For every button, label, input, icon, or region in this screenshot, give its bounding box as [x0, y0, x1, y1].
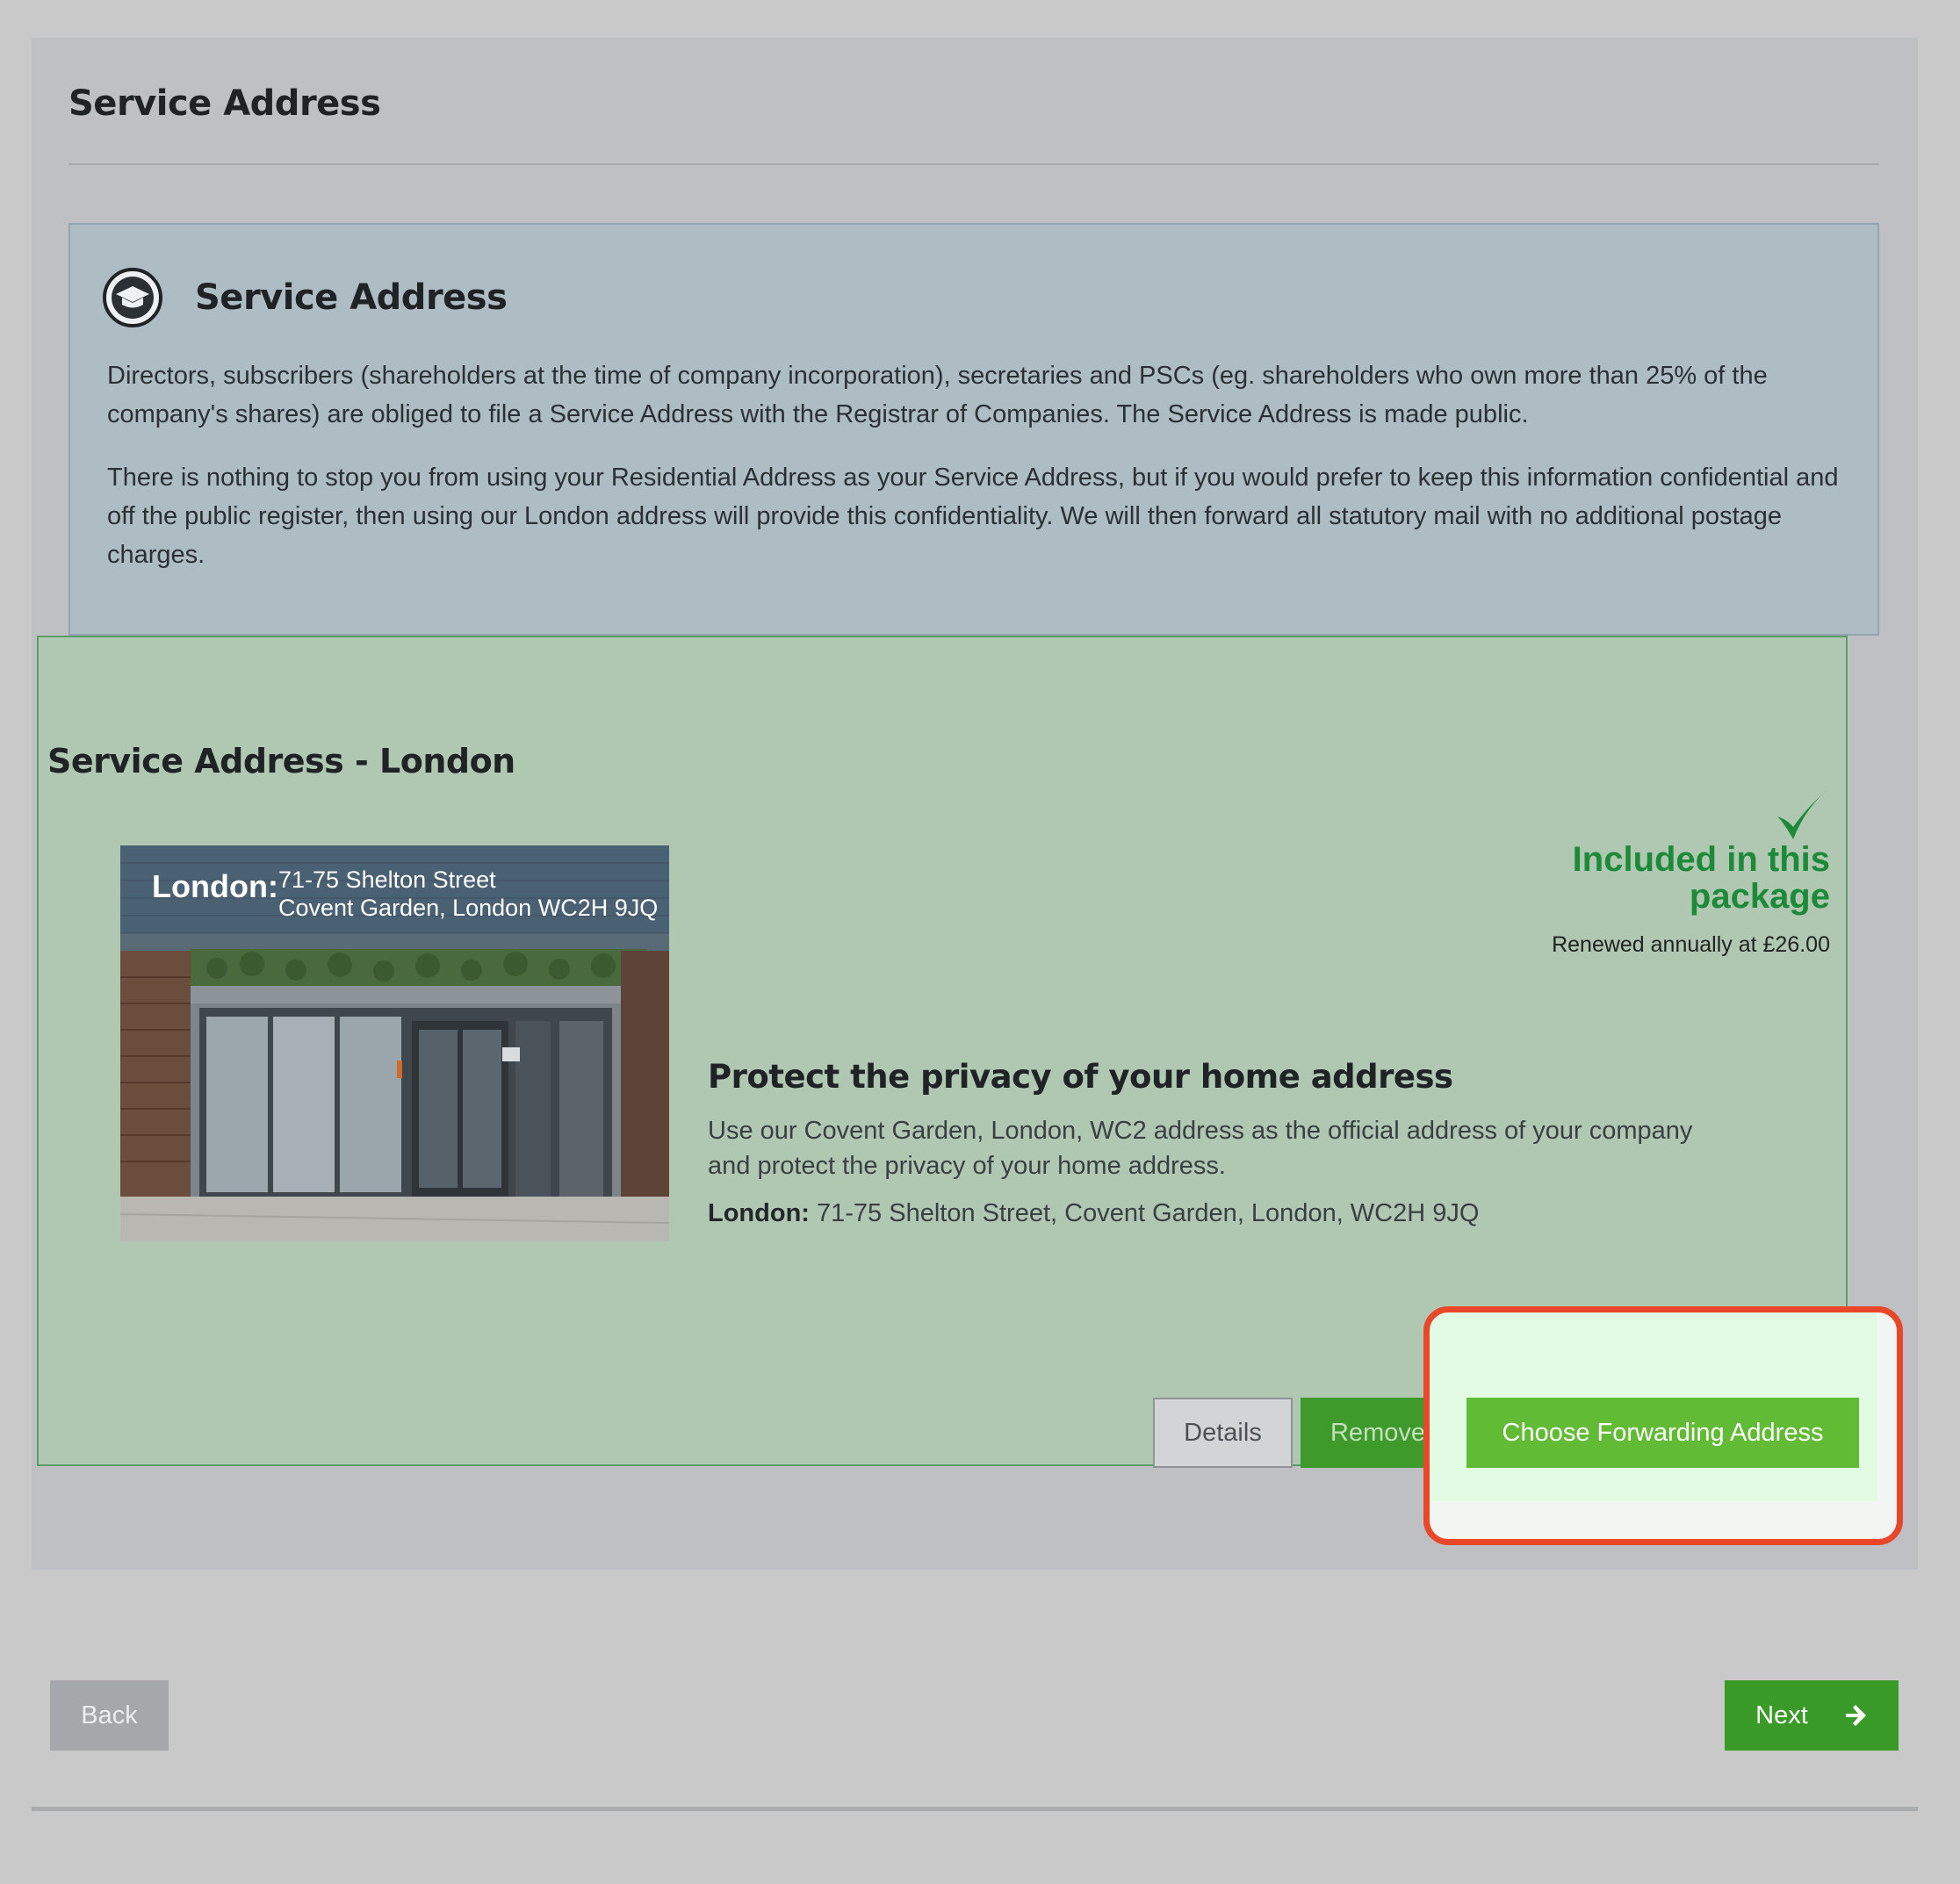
page-title: Service Address [68, 83, 381, 124]
privacy-description: Use our Covent Garden, London, WC2 addre… [708, 1117, 1693, 1180]
checkmark-icon [1777, 787, 1832, 839]
included-label: Included in this package [1572, 840, 1830, 916]
photo-caption-area: Covent Garden, London WC2H 9JQ [278, 895, 659, 921]
next-button[interactable]: Next [1725, 1680, 1899, 1751]
privacy-headline: Protect the privacy of your home address [708, 1058, 1453, 1096]
info-box-title: Service Address [195, 277, 508, 318]
info-paragraph: Directors, subscribers (shareholders at … [107, 362, 1768, 428]
back-button[interactable]: Back [50, 1680, 169, 1751]
footer-divider [32, 1807, 1918, 1811]
info-paragraph: There is nothing to stop you from using … [107, 464, 1839, 569]
renewal-price: Renewed annually at £26.00 [1552, 932, 1830, 957]
arrow-right-icon [1845, 1705, 1866, 1726]
title-divider [68, 163, 1879, 165]
choose-forwarding-address-button[interactable]: Choose Forwarding Address [1466, 1398, 1859, 1468]
address-label: London: [708, 1199, 810, 1227]
photo-caption-street: 71-75 Shelton Street [278, 866, 496, 893]
office-photo: London: 71-75 Shelton Street Covent Gard… [120, 845, 669, 1241]
info-box: Service Address Directors, subscribers (… [68, 223, 1879, 636]
graduation-cap-icon [103, 268, 162, 327]
address-line: London: 71-75 Shelton Street, Covent Gar… [708, 1199, 1479, 1228]
next-button-label: Next [1755, 1701, 1808, 1729]
service-option-title: Service Address - London [47, 742, 515, 780]
address-value: 71-75 Shelton Street, Covent Garden, Lon… [817, 1199, 1480, 1227]
photo-caption-city: London: [152, 868, 278, 904]
details-button[interactable]: Details [1153, 1398, 1293, 1468]
